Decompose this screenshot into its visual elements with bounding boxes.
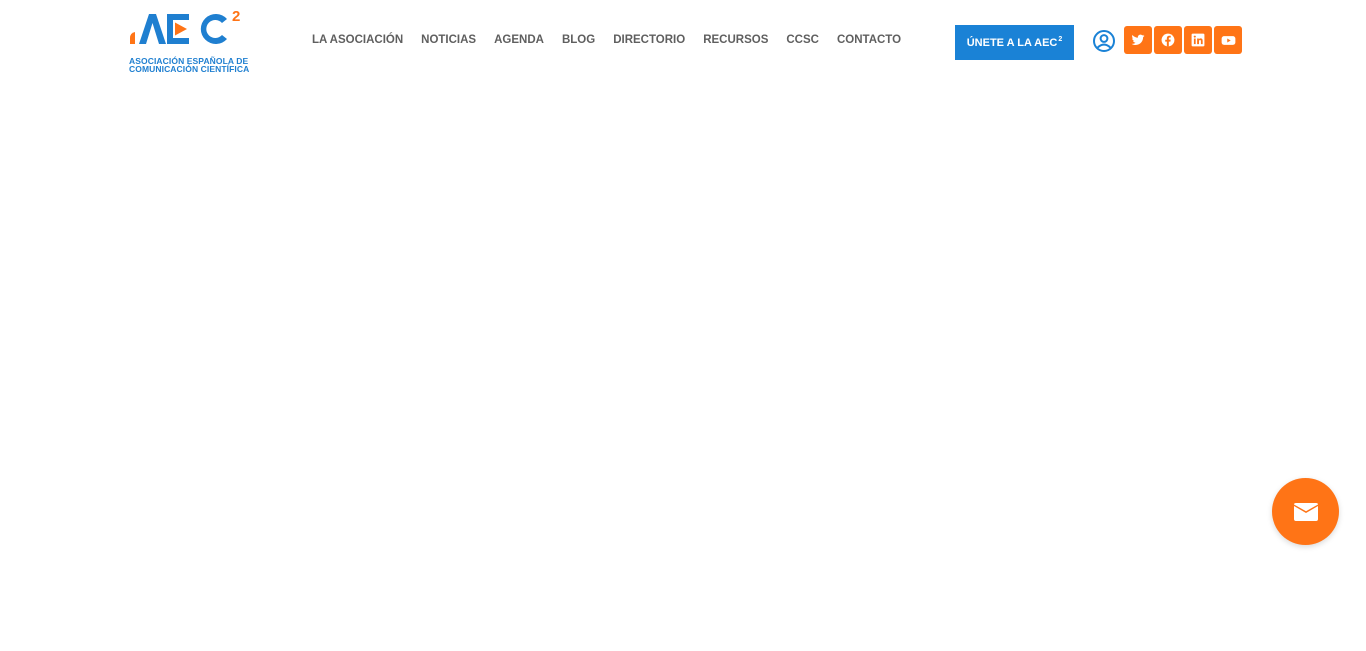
nav-item-blog[interactable]: BLOG xyxy=(553,32,604,48)
main-nav: LA ASOCIACIÓN NOTICIAS AGENDA BLOG DIREC… xyxy=(303,32,910,48)
join-button[interactable]: ÚNETE A LA AEC 2 xyxy=(955,25,1074,60)
site-logo[interactable]: 2 ASOCIACIÓN ESPAÑOLA DE COMUNICACIÓN CI… xyxy=(129,8,250,74)
user-circle-icon xyxy=(1093,30,1115,52)
user-account-button[interactable] xyxy=(1091,28,1117,54)
envelope-icon xyxy=(1293,502,1318,521)
floating-contact-button[interactable] xyxy=(1272,478,1339,545)
nav-item-noticias[interactable]: NOTICIAS xyxy=(412,32,485,48)
nav-item-ccsc[interactable]: CCSC xyxy=(777,32,828,48)
logo-tagline-line2: COMUNICACIÓN CIENTÍFICA xyxy=(129,64,250,74)
youtube-icon xyxy=(1221,35,1235,45)
linkedin-icon xyxy=(1191,33,1205,47)
join-button-sup: 2 xyxy=(1058,36,1063,43)
facebook-link[interactable] xyxy=(1154,26,1182,54)
nav-item-la-asociacion[interactable]: LA ASOCIACIÓN xyxy=(303,32,412,48)
nav-item-agenda[interactable]: AGENDA xyxy=(485,32,553,48)
twitter-icon xyxy=(1131,34,1145,46)
nav-item-contacto[interactable]: CONTACTO xyxy=(828,32,910,48)
svg-text:2: 2 xyxy=(232,8,240,25)
site-header: 2 ASOCIACIÓN ESPAÑOLA DE COMUNICACIÓN CI… xyxy=(0,0,1366,80)
linkedin-link[interactable] xyxy=(1184,26,1212,54)
twitter-link[interactable] xyxy=(1124,26,1152,54)
facebook-icon xyxy=(1161,33,1175,47)
nav-item-recursos[interactable]: RECURSOS xyxy=(694,32,777,48)
nav-item-directorio[interactable]: DIRECTORIO xyxy=(604,32,694,48)
aec2-logo-mark: 2 xyxy=(130,8,240,45)
youtube-link[interactable] xyxy=(1214,26,1242,54)
join-button-label: ÚNETE A LA AEC xyxy=(966,36,1058,49)
